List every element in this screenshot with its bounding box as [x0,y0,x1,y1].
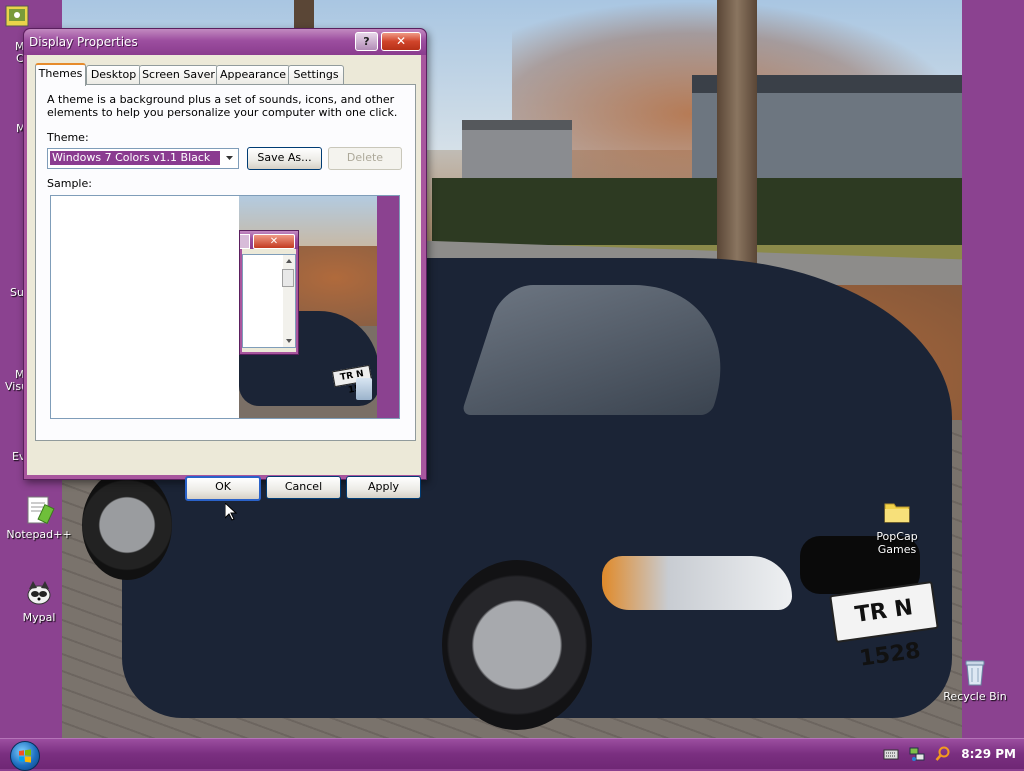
apply-button[interactable]: Apply [346,476,421,499]
tab-desktop[interactable]: Desktop [86,65,141,84]
desktop-icon-label: Notepad++ [6,528,72,541]
sample-scrollbar [282,255,295,347]
notepadpp-icon [27,496,55,525]
window-client-area: Themes Desktop Screen Saver Appearance S… [27,55,421,501]
close-button[interactable]: ✕ [381,32,421,51]
tab-screen-saver[interactable]: Screen Saver [139,65,218,84]
sample-window: ✕ [239,230,299,355]
sample-window-body [242,249,296,352]
display-properties-window: Display Properties ? ✕ Themes Desktop Sc… [23,28,427,501]
sample-recycle-bin-icon [356,378,372,400]
ok-button[interactable]: OK [185,476,261,501]
desktop-icon-popcap-games[interactable]: PopCap Games [862,496,932,556]
theme-label: Theme: [47,131,89,144]
desktop-icon-label: PopCap Games [876,530,918,556]
sample-maximize-icon [240,234,250,249]
title-bar[interactable]: Display Properties ? ✕ [24,29,426,55]
chevron-down-icon [226,156,233,160]
search-icon[interactable] [935,746,951,762]
sample-window-titlebar: ✕ [240,231,298,249]
scroll-up-icon [286,259,292,263]
desktop-icon-label: Mypal [22,611,56,624]
tab-themes[interactable]: Themes [35,63,86,86]
theme-dropdown[interactable]: Windows 7 Colors v1.1 Black [47,148,239,169]
clock[interactable]: 8:29 PM [961,747,1016,761]
network-icon[interactable] [909,746,925,762]
theme-sample-preview: TR N 15 ✕ [50,195,400,419]
save-as-button[interactable]: Save As... [247,147,322,170]
monitor-icon [5,5,29,27]
system-tray: 8:29 PM [883,739,1016,769]
mypal-icon [27,581,51,605]
mouse-cursor-icon [225,503,237,521]
desktop-icon-notepadpp[interactable]: Notepad++ [4,494,74,541]
keyboard-icon[interactable] [883,746,899,762]
sample-scroll-thumb [282,269,294,287]
close-icon: ✕ [395,34,407,48]
themes-description: A theme is a background plus a set of so… [47,93,398,119]
sample-close-icon: ✕ [253,234,295,249]
dropdown-arrow[interactable] [222,150,237,166]
desktop-icon-label: Recycle Bin [943,690,1007,703]
delete-button[interactable]: Delete [328,147,402,170]
cancel-button[interactable]: Cancel [266,476,341,499]
windows-logo-icon [19,749,31,763]
desktop-icon-mypal[interactable]: Mypal [4,577,74,624]
tab-appearance[interactable]: Appearance [216,65,290,84]
sample-listbox [242,254,296,348]
window-title: Display Properties [29,35,138,49]
help-button[interactable]: ? [355,32,378,51]
theme-dropdown-value: Windows 7 Colors v1.1 Black [50,151,220,165]
start-button[interactable] [10,741,40,771]
sample-label: Sample: [47,177,92,190]
themes-tab-panel: A theme is a background plus a set of so… [35,84,416,441]
recycle-bin-icon [965,660,985,686]
tab-settings[interactable]: Settings [288,65,344,84]
taskbar: 8:29 PM [0,738,1024,771]
desktop-icon-label-clipped: Su [10,286,24,299]
desktop-icon-recycle-bin[interactable]: Recycle Bin [940,656,1010,703]
scroll-down-icon [286,339,292,343]
folder-icon [884,503,910,523]
